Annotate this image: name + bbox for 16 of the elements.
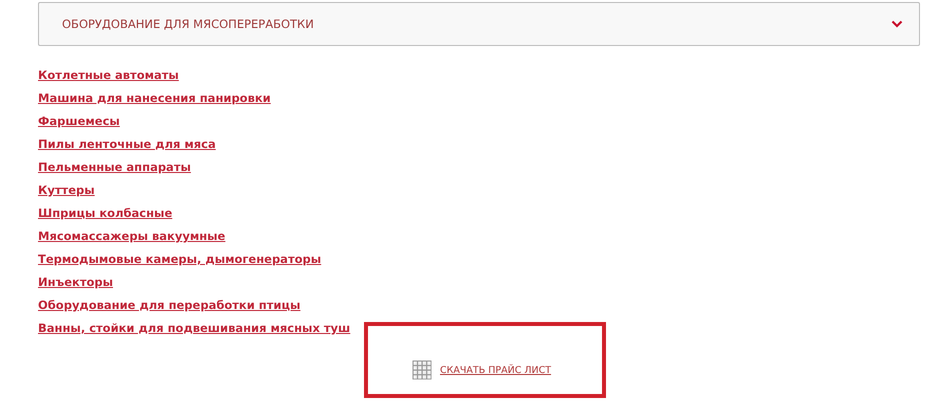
- download-price-link[interactable]: СКАЧАТЬ ПРАЙС ЛИСТ: [440, 364, 552, 376]
- category-link[interactable]: Куттеры: [38, 182, 95, 199]
- category-link[interactable]: Ванны, стойки для подвешивания мясных туш: [38, 320, 350, 337]
- category-link[interactable]: Инъекторы: [38, 274, 114, 291]
- category-link[interactable]: Котлетные автоматы: [38, 67, 179, 84]
- category-link[interactable]: Термодымовые камеры, дымогенераторы: [38, 251, 322, 268]
- category-link[interactable]: Шприцы колбасные: [38, 205, 172, 222]
- category-link[interactable]: Пилы ленточные для мяса: [38, 136, 216, 153]
- accordion-title: ОБОРУДОВАНИЕ ДЛЯ МЯСОПЕРЕРАБОТКИ: [62, 17, 314, 31]
- category-link[interactable]: Пельменные аппараты: [38, 159, 191, 176]
- table-icon: [412, 360, 432, 380]
- category-link[interactable]: Оборудование для переработки птицы: [38, 297, 300, 314]
- category-link[interactable]: Машина для нанесения панировки: [38, 90, 271, 107]
- accordion-header[interactable]: ОБОРУДОВАНИЕ ДЛЯ МЯСОПЕРЕРАБОТКИ: [38, 2, 920, 46]
- category-link[interactable]: Фаршемесы: [38, 113, 120, 130]
- category-link[interactable]: Мясомассажеры вакуумные: [38, 228, 226, 245]
